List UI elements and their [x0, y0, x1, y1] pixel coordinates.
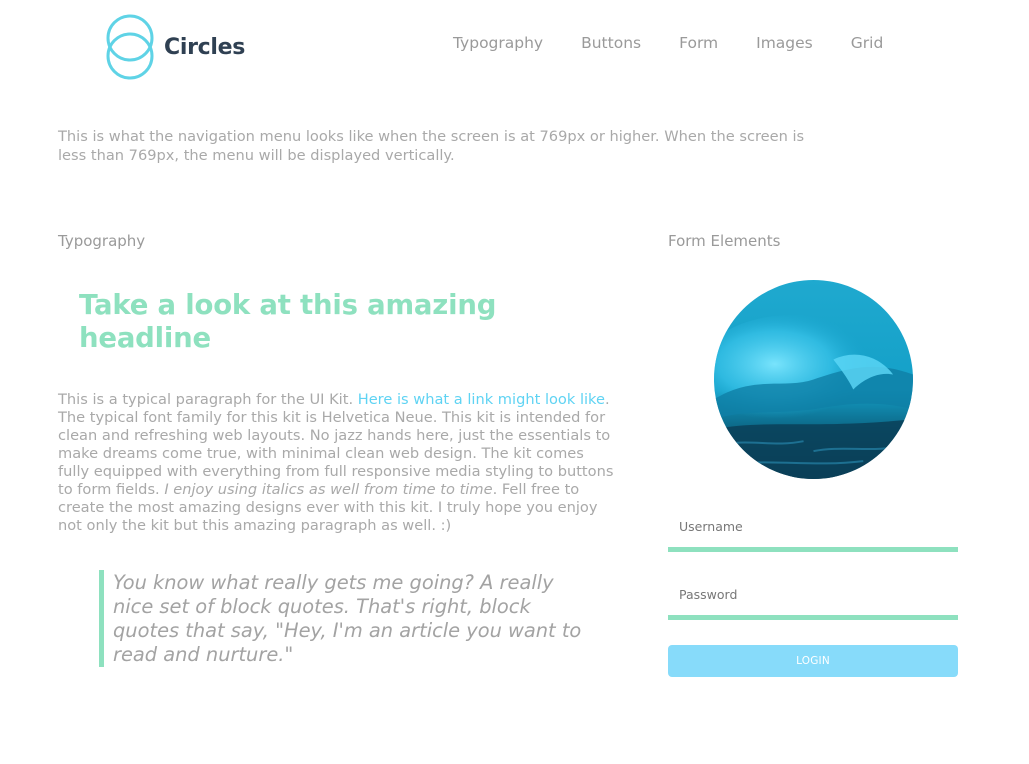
form-section-label: Form Elements: [668, 232, 781, 250]
paragraph-link[interactable]: Here is what a link might look like: [358, 391, 605, 408]
main-nav: Typography Buttons Form Images Grid: [453, 33, 883, 53]
logo-link[interactable]: Circles: [105, 14, 245, 80]
body-paragraph: This is a typical paragraph for the UI K…: [58, 391, 614, 535]
nav-item-typography[interactable]: Typography: [453, 33, 543, 53]
wave-image-graphic: [714, 280, 913, 479]
paragraph-text-1: This is a typical paragraph for the UI K…: [58, 391, 358, 408]
page: Circles Typography Buttons Form Images G…: [0, 0, 1029, 764]
password-field[interactable]: [668, 574, 958, 620]
intro-text: This is what the navigation menu looks l…: [58, 128, 805, 164]
headline: Take a look at this amazing headline: [79, 289, 497, 354]
brand-name: Circles: [164, 34, 246, 60]
nav-item-buttons[interactable]: Buttons: [581, 33, 641, 53]
nav-item-images[interactable]: Images: [756, 33, 813, 53]
circles-logo-icon: [106, 14, 154, 80]
blockquote: You know what really gets me going? A re…: [99, 570, 589, 667]
blockquote-text: You know what really gets me going? A re…: [113, 571, 582, 666]
username-field[interactable]: [668, 506, 958, 552]
wave-image: [714, 280, 913, 479]
nav-item-grid[interactable]: Grid: [851, 33, 884, 53]
paragraph-italic: I enjoy using italics as well from time …: [164, 481, 493, 498]
login-button[interactable]: LOGIN: [668, 645, 958, 677]
typography-section-label: Typography: [58, 232, 146, 250]
nav-item-form[interactable]: Form: [679, 33, 718, 53]
